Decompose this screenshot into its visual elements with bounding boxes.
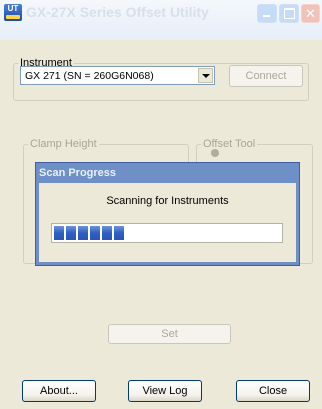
close-icon: ✕ — [305, 6, 316, 21]
maximize-icon — [284, 8, 295, 19]
scan-progress-title: Scan Progress — [39, 167, 117, 179]
clamp-height-group-label: Clamp Height — [30, 138, 97, 150]
app-icon: UT — [4, 4, 22, 21]
progress-chunk — [102, 226, 112, 240]
scan-progress-body: Scanning for Instruments — [39, 183, 296, 262]
minimize-button[interactable] — [257, 4, 277, 23]
title-bar[interactable]: UT GX-27X Series Offset Utility ✕ — [0, 0, 322, 40]
minimize-icon — [263, 15, 270, 17]
instrument-select[interactable]: GX 271 (SN = 260G6N068) — [20, 66, 215, 85]
progress-chunk — [78, 226, 88, 240]
set-button[interactable]: Set — [108, 324, 231, 344]
scan-progress-dialog: Scan Progress Scanning for Instruments — [35, 162, 300, 266]
progress-chunk — [90, 226, 100, 240]
instrument-select-dropdown-button[interactable] — [198, 68, 213, 83]
view-log-button[interactable]: View Log — [128, 380, 202, 402]
progress-chunk — [114, 226, 124, 240]
main-window: UT GX-27X Series Offset Utility ✕ Instru… — [0, 0, 322, 409]
scan-progress-fill — [54, 226, 126, 240]
scan-progress-message: Scanning for Instruments — [106, 195, 229, 207]
maximize-button[interactable] — [279, 4, 299, 23]
instrument-select-value: GX 271 (SN = 260G6N068) — [25, 70, 154, 82]
chevron-down-icon — [202, 74, 210, 78]
app-icon-text: UT — [7, 4, 19, 13]
offset-tool-group-label: Offset Tool — [203, 138, 256, 150]
close-window-button[interactable]: ✕ — [301, 4, 320, 23]
scan-progress-bar — [51, 223, 283, 243]
window-title: GX-27X Series Offset Utility — [26, 4, 209, 20]
progress-chunk — [66, 226, 76, 240]
window-client-area: Instrument GX 271 (SN = 260G6N068) Conne… — [0, 40, 322, 409]
about-button[interactable]: About... — [22, 380, 96, 402]
offset-tool-radio[interactable] — [211, 149, 219, 157]
progress-chunk — [54, 226, 64, 240]
close-button[interactable]: Close — [236, 380, 310, 402]
connect-button[interactable]: Connect — [229, 65, 303, 87]
